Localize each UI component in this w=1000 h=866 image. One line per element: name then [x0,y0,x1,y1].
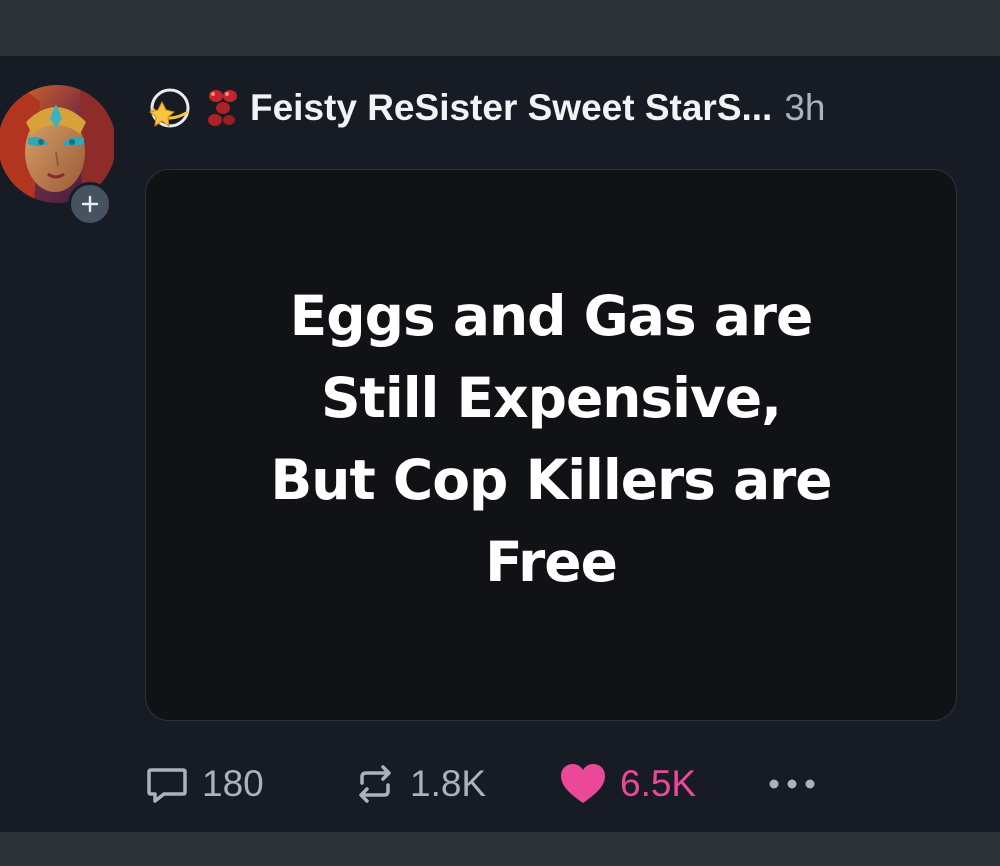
heart-icon [561,764,605,803]
image-text-line: But Cop Killers are [270,448,832,512]
post-header: Feisty ReSister Sweet StarS... 3h [144,80,964,136]
post[interactable]: Feisty ReSister Sweet StarS... 3h Eggs a… [0,56,1000,832]
image-text: Eggs and Gas are Still Expensive, But Co… [171,275,931,603]
image-text-line: Free [485,530,618,594]
image-text-line: Still Expensive, [320,366,782,430]
speech-bubble-icon [147,768,187,803]
follow-button[interactable] [68,182,112,226]
bottom-divider-band [0,832,1000,866]
repost-arrows-icon [359,765,391,803]
top-divider-band [0,0,1000,56]
post-actions: 180 1.8K 6.5K [144,754,844,814]
repost-count: 1.8K [410,763,487,804]
post-image-card[interactable]: Eggs and Gas are Still Expensive, But Co… [145,169,957,721]
more-options-button[interactable] [766,754,822,814]
ellipsis-icon [769,779,815,789]
image-text-line: Eggs and Gas are [289,284,814,348]
post-timestamp[interactable]: 3h [784,87,825,129]
repost-button[interactable]: 1.8K [352,754,486,814]
author-avatar[interactable] [0,82,114,226]
red-beads-icon [196,82,248,134]
plus-icon [81,195,99,213]
reply-button[interactable]: 180 [144,754,264,814]
like-button[interactable]: 6.5K [558,754,696,814]
reply-count: 180 [202,763,264,804]
author-name[interactable]: Feisty ReSister Sweet StarS... [250,87,772,129]
dizzy-icon [144,82,196,134]
like-count: 6.5K [620,763,697,804]
